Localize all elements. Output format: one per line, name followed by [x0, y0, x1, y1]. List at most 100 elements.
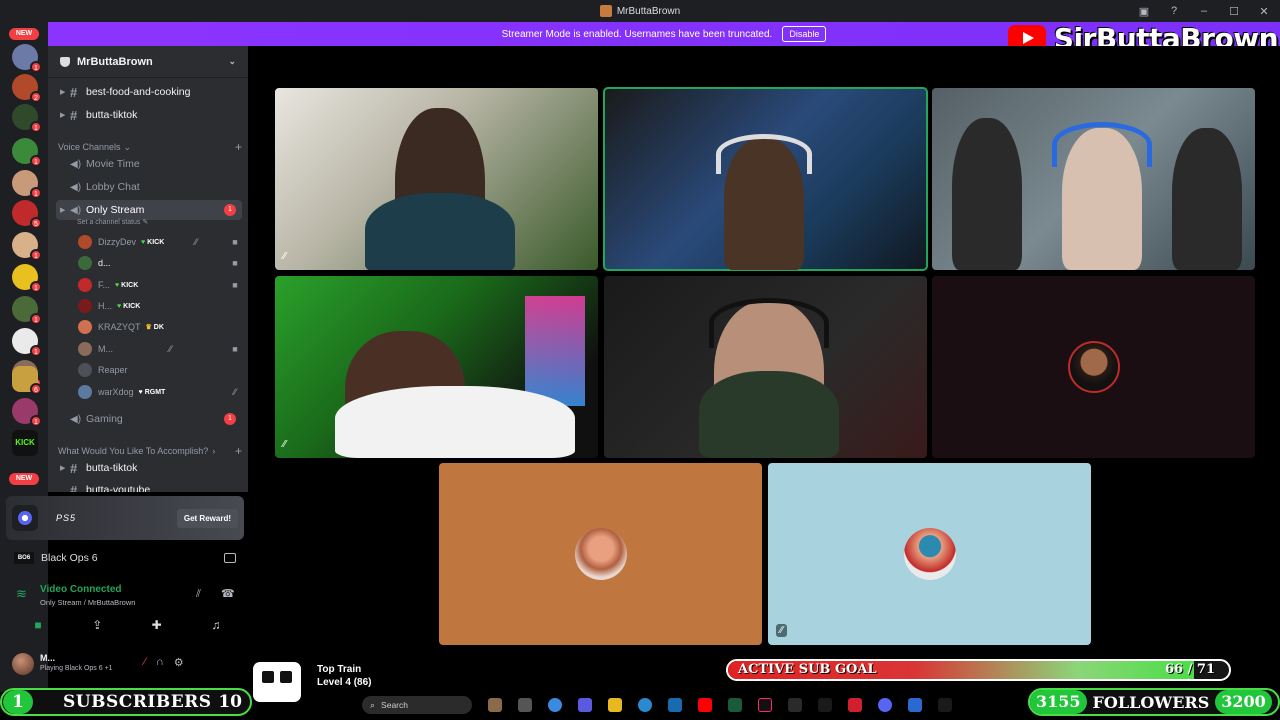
disconnect-icon[interactable]: ☎	[221, 587, 235, 600]
taskbar-app-icon[interactable]	[488, 698, 502, 712]
server-icon[interactable]: 5	[12, 200, 42, 229]
avatar	[78, 278, 92, 292]
chevron-down-icon: ⌄	[123, 141, 132, 152]
tiktok-icon[interactable]	[758, 698, 772, 712]
minimize-icon[interactable]: –	[1196, 5, 1212, 17]
server-icon[interactable]: 1	[12, 232, 42, 261]
kick-server-icon[interactable]: KICK	[12, 430, 38, 456]
server-icon[interactable]: 2	[12, 74, 42, 103]
server-header[interactable]: MrButtaBrown ⌄	[48, 46, 248, 78]
inbox-icon[interactable]: ▣	[1136, 5, 1152, 18]
gear-icon[interactable]: ⚙	[174, 656, 184, 669]
hash-icon: #	[70, 460, 78, 476]
server-icon[interactable]: 1	[12, 104, 42, 133]
window-title: MrButtaBrown	[616, 5, 681, 17]
sub-goal-bar: ACTIVE SUB GOAL 66 / 71	[726, 659, 1231, 681]
expand-arrow-icon: ▶	[60, 207, 66, 214]
text-channel[interactable]: ▶ # butta-tiktok	[56, 458, 242, 478]
maximize-icon[interactable]: ☐	[1226, 5, 1242, 18]
taskbar-app-icon[interactable]	[518, 698, 532, 712]
screen-share-icon[interactable]	[224, 553, 236, 563]
server-icon[interactable]: 1	[12, 296, 42, 325]
voice-user[interactable]: warXdog ♥ RGMT ⁄⁄	[78, 383, 242, 401]
voice-connection-panel: ≋ Video Connected Only Stream / MrButtaB…	[6, 580, 244, 610]
voice-channel[interactable]: ◀) Gaming 1	[56, 409, 242, 429]
participant-shirt	[365, 193, 515, 270]
mute-icon[interactable]: ⁄	[144, 656, 146, 669]
accomplish-category[interactable]: What Would You Like To Accomplish? › +	[58, 444, 242, 458]
expand-arrow-icon: ▶	[60, 89, 66, 96]
voice-user[interactable]: DizzyDev ♥ KICK ⁄⁄ ■	[78, 233, 242, 251]
browser-icon[interactable]	[638, 698, 652, 712]
video-tile-camera-off[interactable]	[439, 463, 762, 645]
unread-badge: 1	[224, 204, 236, 216]
video-tile-camera-off[interactable]: ⁄⁄	[768, 463, 1091, 645]
avatar[interactable]	[12, 653, 34, 675]
taskbar-app-icon[interactable]	[728, 698, 742, 712]
taskbar-app-icon[interactable]	[578, 698, 592, 712]
video-tile[interactable]: ⁄⁄	[275, 88, 598, 270]
add-channel-icon[interactable]: +	[235, 444, 242, 458]
video-tile-camera-off[interactable]	[932, 276, 1255, 458]
voice-channel[interactable]: ◀) Lobby Chat	[56, 177, 242, 197]
server-icon[interactable]: 6	[12, 366, 42, 395]
video-tile[interactable]: ⁄⁄	[275, 276, 598, 458]
server-icon[interactable]: 1	[12, 398, 42, 427]
voice-channel-active[interactable]: ▶ ◀) Only Stream 1	[56, 200, 242, 220]
folder-icon[interactable]	[608, 698, 622, 712]
user-tag: ♥ KICK	[141, 238, 165, 246]
add-channel-icon[interactable]: +	[235, 140, 242, 154]
taskbar-app-icon[interactable]	[818, 698, 832, 712]
taskbar-app-icon[interactable]	[668, 698, 682, 712]
help-icon[interactable]: ?	[1166, 5, 1182, 17]
camera-icon[interactable]: ■	[12, 614, 64, 636]
close-icon[interactable]: ✕	[1256, 5, 1272, 18]
taskbar-search[interactable]: ⌕ Search	[362, 696, 472, 714]
voice-user[interactable]: F... ♥ KICK ■	[78, 276, 242, 294]
server-icon[interactable]: 1	[12, 264, 42, 293]
window-controls: ▣ ? – ☐ ✕	[1136, 0, 1272, 22]
muted-icon: ⁄⁄	[283, 439, 287, 450]
server-icon[interactable]: 1	[12, 138, 42, 167]
youtube-icon[interactable]	[698, 698, 712, 712]
channel-status-hint[interactable]: Set a channel status ✎	[77, 218, 148, 226]
rgb-pc	[525, 296, 585, 406]
voice-user[interactable]: M... ⁄⁄ ■	[78, 340, 242, 358]
text-channel[interactable]: ▶ # best-food-and-cooking	[56, 82, 242, 102]
activities-icon[interactable]: ✚	[131, 614, 183, 636]
participant-shirt	[699, 371, 839, 458]
voice-user[interactable]: KRAZYQT ♛ DK	[78, 318, 242, 336]
signal-icon[interactable]: ≋	[16, 586, 27, 602]
hash-icon: #	[70, 107, 78, 123]
taskbar-app-icon[interactable]	[908, 698, 922, 712]
video-tile-speaking[interactable]	[603, 87, 928, 271]
voice-channel[interactable]: ◀) Movie Time	[56, 154, 242, 174]
voice-user[interactable]: Reaper	[78, 361, 242, 379]
server-icon[interactable]: 1	[12, 170, 42, 199]
activity-status[interactable]: BO6 Black Ops 6	[6, 546, 244, 570]
voice-user[interactable]: H... ♥ KICK	[78, 297, 242, 315]
get-reward-button[interactable]: Get Reward!	[176, 508, 238, 528]
channel-sidebar: MrButtaBrown ⌄ ▶ # best-food-and-cooking…	[48, 46, 248, 492]
disable-streamer-mode-button[interactable]: Disable	[782, 26, 827, 42]
crown-icon: ♛	[145, 324, 152, 331]
video-tile[interactable]	[932, 88, 1255, 270]
taskbar-app-icon[interactable]	[788, 698, 802, 712]
text-channel[interactable]: # butta-youtube	[56, 480, 242, 493]
text-channel[interactable]: ▶ # butta-tiktok	[56, 105, 242, 125]
unread-badge: 1	[224, 413, 236, 425]
screen-share-icon[interactable]: ⇪	[71, 614, 123, 636]
voice-category[interactable]: Voice Channels ⌄ +	[58, 140, 242, 154]
taskbar-app-icon[interactable]	[938, 698, 952, 712]
server-icon[interactable]: 1	[12, 328, 42, 357]
video-tile[interactable]	[604, 276, 927, 458]
server-icon[interactable]: 1	[12, 44, 42, 73]
voice-user[interactable]: d... ■	[78, 254, 242, 272]
taskbar-app-icon[interactable]	[548, 698, 562, 712]
connection-location[interactable]: Only Stream / MrButtaBrown	[40, 598, 135, 607]
headphones-icon[interactable]: ∩	[156, 656, 164, 669]
soundboard-icon[interactable]: ♫	[190, 614, 242, 636]
discord-icon[interactable]	[878, 698, 892, 712]
noise-suppression-icon[interactable]: ⫽	[196, 588, 201, 601]
taskbar-app-icon[interactable]	[848, 698, 862, 712]
